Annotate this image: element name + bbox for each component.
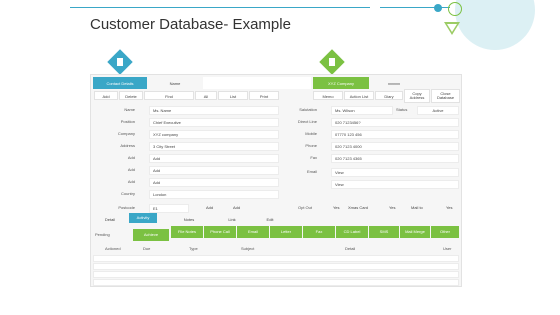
column-header[interactable]: Detail bbox=[345, 247, 355, 251]
column-header[interactable]: Subject bbox=[241, 247, 254, 251]
diary-button[interactable]: Diary bbox=[375, 91, 403, 100]
tab-edit[interactable]: Edit bbox=[251, 213, 289, 223]
copy-address-button[interactable]: Copy Address bbox=[404, 89, 430, 103]
field-label: Salutation bbox=[299, 107, 317, 112]
tab-activity[interactable]: Activity bbox=[129, 213, 157, 223]
status-label: Status bbox=[396, 107, 408, 112]
xmas-card-label: Xmas Card bbox=[348, 205, 369, 210]
field-label: Position bbox=[120, 119, 135, 124]
field-label: Add bbox=[127, 179, 135, 184]
column-header[interactable]: Type bbox=[189, 247, 198, 251]
field-label: Phone bbox=[305, 143, 317, 148]
add-link[interactable]: Add bbox=[233, 206, 240, 210]
field-label: Add bbox=[127, 167, 135, 172]
cd-label-button[interactable]: CD Label bbox=[336, 226, 368, 238]
memo-button[interactable]: Memo bbox=[313, 91, 343, 100]
email-field[interactable]: View bbox=[331, 168, 459, 177]
xmas-card-value[interactable]: Yes bbox=[389, 206, 396, 210]
tab-notes[interactable]: Notes bbox=[161, 213, 217, 223]
field-label: Direct Line bbox=[297, 119, 317, 124]
address-line-field[interactable]: Add bbox=[149, 166, 279, 175]
fax-field[interactable]: 020 7123 4365 bbox=[331, 154, 459, 163]
position-field[interactable]: Chief Executive bbox=[149, 118, 279, 127]
mail-to-label: Mail to bbox=[411, 205, 423, 210]
tab-detail[interactable]: Detail bbox=[95, 213, 125, 223]
close-database-button[interactable]: Close Database bbox=[431, 89, 460, 103]
add-link[interactable]: Add bbox=[206, 206, 213, 210]
building-icon bbox=[319, 49, 345, 75]
fax-button[interactable]: Fax bbox=[303, 226, 335, 238]
salutation-field[interactable]: Ms. Wilson bbox=[331, 106, 393, 115]
mail-merge-button[interactable]: Mail Merge bbox=[400, 226, 430, 238]
decor-ring bbox=[448, 2, 462, 16]
table-row[interactable] bbox=[93, 279, 459, 286]
opt-out-label: Opt Out bbox=[298, 205, 313, 210]
delete-button[interactable]: Delete bbox=[119, 91, 143, 100]
field-label: Postcode bbox=[118, 205, 135, 210]
address-line-field[interactable]: Add bbox=[149, 154, 279, 163]
letter-button[interactable]: Letter bbox=[270, 226, 302, 238]
other-button[interactable]: Other bbox=[431, 226, 459, 238]
tab-contact-details[interactable]: Contact Details bbox=[93, 77, 147, 89]
field-label: Email bbox=[306, 169, 317, 174]
decor-line bbox=[70, 7, 370, 8]
tab-name[interactable]: Name bbox=[147, 77, 203, 89]
achieve-button[interactable]: Achieve bbox=[133, 229, 169, 241]
decor-circle bbox=[455, 0, 535, 50]
email2-field[interactable]: View bbox=[331, 180, 459, 189]
company-field[interactable]: XYZ company bbox=[149, 130, 279, 139]
email-button[interactable]: Email bbox=[237, 226, 269, 238]
mail-to-value[interactable]: Yes bbox=[446, 206, 453, 210]
pending-label: Pending bbox=[95, 232, 110, 237]
list-button[interactable]: List bbox=[218, 91, 248, 100]
table-row[interactable] bbox=[93, 263, 459, 270]
add-button[interactable]: Add bbox=[94, 91, 118, 100]
contact-card-icon bbox=[107, 49, 133, 75]
status-field[interactable]: Active bbox=[417, 106, 459, 115]
field-label: Mobile bbox=[305, 131, 317, 136]
table-row[interactable] bbox=[93, 255, 459, 262]
opt-out-value[interactable]: Yes bbox=[333, 206, 340, 210]
sms-button[interactable]: SMS bbox=[369, 226, 399, 238]
name-display bbox=[203, 77, 311, 89]
customer-database-window: Contact Details Name XYZ Company xxxxxx … bbox=[90, 74, 462, 287]
print-button[interactable]: Print bbox=[249, 91, 279, 100]
tab-link[interactable]: Link bbox=[217, 213, 247, 223]
column-header[interactable]: User bbox=[443, 247, 451, 251]
name-field[interactable]: Ms. Name bbox=[149, 106, 279, 115]
find-button[interactable]: Find bbox=[144, 91, 194, 100]
column-header[interactable]: Actioned bbox=[105, 247, 121, 251]
tab-blank[interactable]: xxxxxx bbox=[369, 77, 419, 89]
country-field[interactable]: London bbox=[149, 190, 279, 199]
column-header[interactable]: Due bbox=[143, 247, 150, 251]
all-button[interactable]: All bbox=[195, 91, 217, 100]
field-label: Country bbox=[120, 191, 135, 196]
address-line-field[interactable]: Add bbox=[149, 178, 279, 187]
postcode-field[interactable]: E1 bbox=[149, 204, 189, 213]
field-label: Name bbox=[124, 107, 135, 112]
field-label: Add bbox=[127, 155, 135, 160]
field-label: Company bbox=[117, 131, 135, 136]
tab-xyz-company[interactable]: XYZ Company bbox=[313, 77, 369, 89]
decor-dot bbox=[434, 4, 442, 12]
address-field[interactable]: 3 City Street bbox=[149, 142, 279, 151]
table-row[interactable] bbox=[93, 271, 459, 278]
page-title: Customer Database- Example bbox=[90, 16, 291, 33]
phone-call-button[interactable]: Phone Call bbox=[204, 226, 236, 238]
field-label: Address bbox=[120, 143, 135, 148]
file-notes-button[interactable]: File Notes bbox=[171, 226, 203, 238]
field-label: Fax bbox=[310, 155, 317, 160]
action-list-button[interactable]: Action List bbox=[344, 91, 374, 100]
phone-field[interactable]: 020 7123 4000 bbox=[331, 142, 459, 151]
mobile-field[interactable]: 07770 123 456 bbox=[331, 130, 459, 139]
decor-triangle-inner bbox=[447, 24, 457, 32]
direct-line-field[interactable]: 020 7123456? bbox=[331, 118, 459, 127]
